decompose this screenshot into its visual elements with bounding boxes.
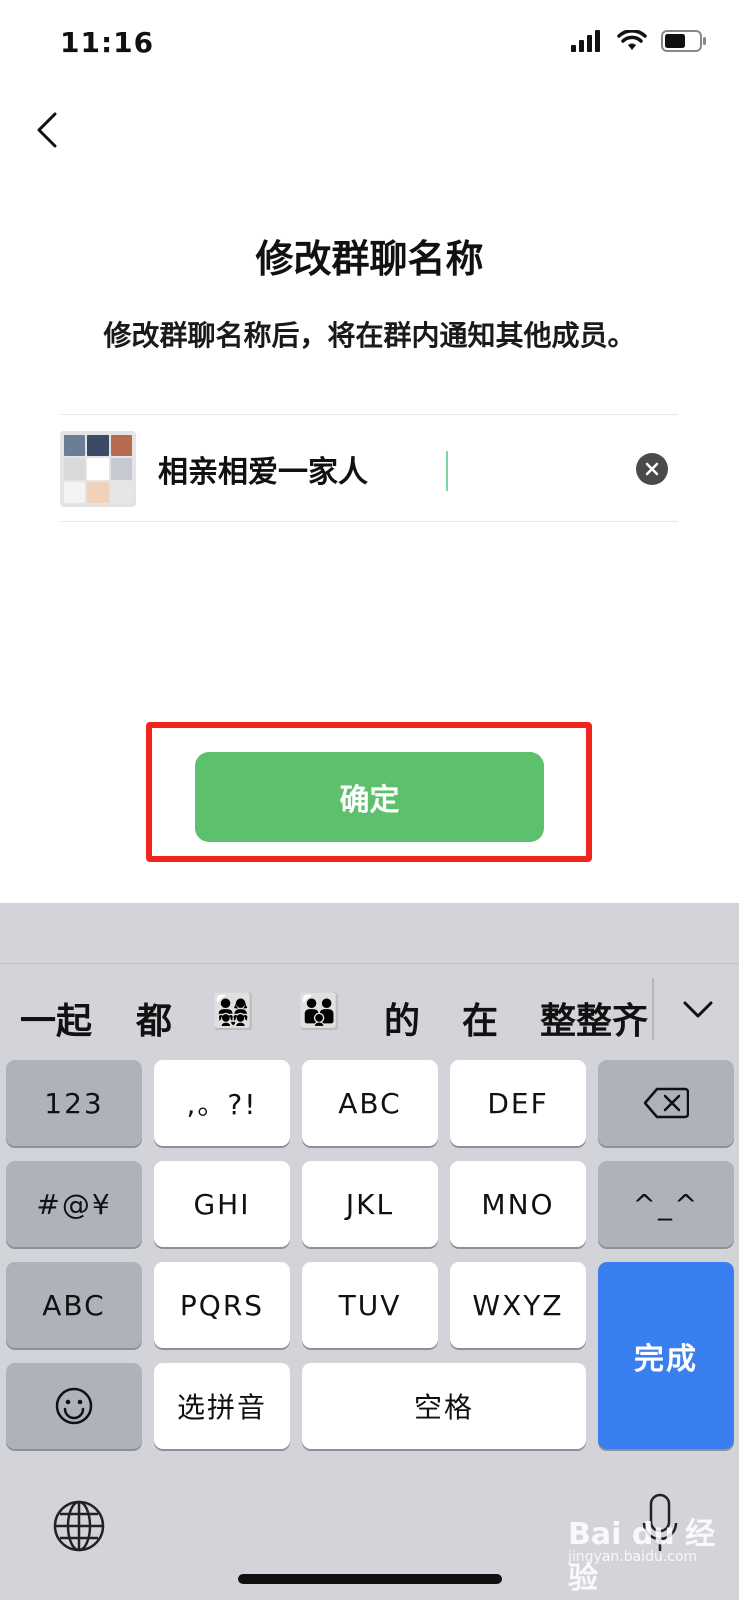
candidate-item[interactable]: 都 bbox=[136, 992, 172, 1044]
group-name-input[interactable] bbox=[158, 439, 598, 499]
cellular-signal-icon bbox=[571, 30, 600, 52]
candidate-bar: 一起 都 👨‍👩‍👧‍👧 👨‍👨‍👦 的 在 整整齐 bbox=[0, 963, 739, 1053]
key-done[interactable]: 完成 bbox=[598, 1262, 734, 1449]
close-icon bbox=[645, 462, 659, 476]
key-emoji[interactable] bbox=[6, 1363, 142, 1449]
key-jkl[interactable]: JKL bbox=[302, 1161, 438, 1247]
status-time: 11:16 bbox=[60, 26, 155, 59]
candidate-item[interactable]: 一起 bbox=[20, 992, 92, 1044]
group-avatar bbox=[60, 431, 136, 507]
key-mno[interactable]: MNO bbox=[450, 1161, 586, 1247]
smiley-icon bbox=[55, 1387, 93, 1425]
battery-icon bbox=[661, 30, 706, 52]
key-symbols[interactable]: #@¥ bbox=[6, 1161, 142, 1247]
clear-button[interactable] bbox=[636, 453, 668, 485]
key-123[interactable]: 123 bbox=[6, 1060, 142, 1146]
chevron-left-icon bbox=[37, 112, 57, 148]
key-space[interactable]: 空格 bbox=[302, 1363, 586, 1449]
key-pqrs[interactable]: PQRS bbox=[154, 1262, 290, 1348]
key-tuv[interactable]: TUV bbox=[302, 1262, 438, 1348]
candidate-item[interactable]: 👨‍👩‍👧‍👧 bbox=[212, 992, 254, 1032]
status-icons bbox=[571, 30, 707, 52]
key-abc-mode[interactable]: ABC bbox=[6, 1262, 142, 1348]
status-bar: 11:16 bbox=[0, 0, 739, 90]
page-subtitle: 修改群聊名称后，将在群内通知其他成员。 bbox=[103, 319, 636, 352]
text-caret bbox=[446, 451, 448, 491]
key-backspace[interactable] bbox=[598, 1060, 734, 1146]
keyboard: 一起 都 👨‍👩‍👧‍👧 👨‍👨‍👦 的 在 整整齐 123 ,。?! ABC … bbox=[0, 903, 739, 1600]
group-name-row bbox=[60, 414, 678, 522]
backspace-icon bbox=[643, 1087, 689, 1119]
key-abc[interactable]: ABC bbox=[302, 1060, 438, 1146]
key-ghi[interactable]: GHI bbox=[154, 1161, 290, 1247]
page-title: 修改群聊名称 bbox=[255, 237, 484, 281]
candidate-item[interactable]: 👨‍👨‍👦 bbox=[298, 992, 340, 1032]
confirm-button[interactable]: 确定 bbox=[195, 752, 544, 842]
candidate-item[interactable]: 整整齐 bbox=[540, 992, 652, 1044]
back-button[interactable] bbox=[22, 100, 72, 160]
key-select-pinyin[interactable]: 选拼音 bbox=[154, 1363, 290, 1449]
home-indicator[interactable] bbox=[238, 1574, 502, 1584]
globe-icon[interactable] bbox=[52, 1499, 106, 1553]
key-emoticon[interactable]: ^_^ bbox=[598, 1161, 734, 1247]
key-wxyz[interactable]: WXYZ bbox=[450, 1262, 586, 1348]
candidate-divider bbox=[652, 978, 654, 1040]
key-def[interactable]: DEF bbox=[450, 1060, 586, 1146]
watermark-site: jingyan.baidu.com bbox=[568, 1549, 698, 1565]
key-punctuation[interactable]: ,。?! bbox=[154, 1060, 290, 1146]
wifi-icon bbox=[617, 30, 647, 50]
expand-candidates-button[interactable] bbox=[678, 990, 718, 1030]
candidate-item[interactable]: 的 bbox=[384, 992, 420, 1044]
candidate-item[interactable]: 在 bbox=[462, 992, 498, 1044]
chevron-down-icon bbox=[683, 1001, 713, 1018]
